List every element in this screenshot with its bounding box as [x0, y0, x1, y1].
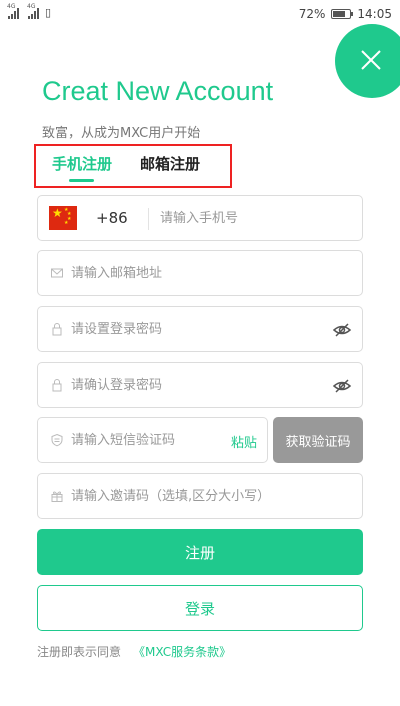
- china-flag-icon[interactable]: ★ ★ ★ ★ ★: [49, 206, 77, 230]
- battery-icon: [331, 9, 354, 19]
- gift-icon: [51, 491, 63, 502]
- clock: 14:05: [357, 7, 392, 21]
- get-code-button[interactable]: 获取验证码: [273, 417, 363, 463]
- status-bar: 4G 4G ▯ 72% 14:05: [0, 0, 400, 30]
- terms-notice: 注册即表示同意 《MXC服务条款》: [37, 643, 231, 660]
- network-type-label: 4G: [7, 3, 16, 10]
- divider: [148, 208, 149, 230]
- active-tab-indicator: [69, 179, 94, 182]
- invite-code-field: [37, 473, 363, 519]
- invite-code-input[interactable]: [71, 474, 351, 518]
- network-type-label: 4G: [27, 3, 36, 10]
- eye-off-icon[interactable]: [332, 320, 352, 340]
- register-button[interactable]: 注册: [37, 529, 363, 575]
- status-right: 72% 14:05: [299, 7, 392, 21]
- lock-icon: [52, 323, 62, 336]
- confirm-password-input[interactable]: [71, 363, 321, 407]
- vibrate-icon: ▯: [45, 6, 52, 19]
- signal-icon: 4G: [27, 3, 39, 19]
- sms-code-field: 粘贴: [37, 417, 268, 463]
- terms-prefix: 注册即表示同意: [37, 645, 122, 659]
- battery-percent: 72%: [298, 7, 326, 21]
- status-left: 4G 4G ▯: [7, 3, 52, 19]
- phone-field: ★ ★ ★ ★ ★ +86: [37, 195, 363, 241]
- country-code[interactable]: +86: [96, 209, 128, 227]
- tab-email-register[interactable]: 邮箱注册: [140, 153, 200, 174]
- battery-fill: [333, 11, 345, 17]
- eye-off-icon[interactable]: [332, 376, 352, 396]
- signal-icon: 4G: [7, 3, 19, 19]
- lock-icon: [52, 379, 62, 392]
- sms-code-input[interactable]: [71, 418, 221, 462]
- email-field: [37, 250, 363, 296]
- phone-input[interactable]: [160, 196, 350, 240]
- close-button[interactable]: [335, 24, 400, 98]
- password-field: [37, 306, 363, 352]
- shield-icon: [51, 433, 63, 447]
- login-button[interactable]: 登录: [37, 585, 363, 631]
- paste-button[interactable]: 粘贴: [231, 432, 257, 451]
- page-subtitle: 致富，从成为MXC用户开始: [42, 126, 201, 141]
- close-icon: [361, 50, 381, 70]
- terms-link[interactable]: 《MXC服务条款》: [133, 645, 231, 659]
- envelope-icon: [51, 268, 63, 278]
- page-title: Creat New Account: [42, 76, 274, 106]
- tab-phone-register[interactable]: 手机注册: [52, 153, 112, 174]
- confirm-password-field: [37, 362, 363, 408]
- password-input[interactable]: [71, 307, 321, 351]
- email-input[interactable]: [71, 251, 321, 295]
